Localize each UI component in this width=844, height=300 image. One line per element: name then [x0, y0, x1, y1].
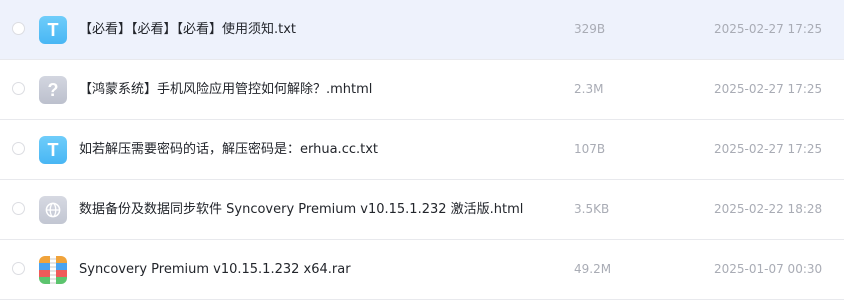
- file-size: 2.3M: [574, 82, 604, 96]
- globe-icon: [45, 202, 61, 218]
- file-row[interactable]: Syncovery Premium v10.15.1.232 x64.rar 4…: [0, 240, 844, 300]
- file-date: 2025-02-22 18:28: [714, 202, 823, 216]
- file-name[interactable]: 如若解压需要密码的话，解压密码是：erhua.cc.txt: [79, 120, 378, 179]
- file-name[interactable]: 【必看】【必看】【必看】使用须知.txt: [79, 0, 296, 59]
- txt-file-icon: [39, 136, 67, 164]
- html-file-icon: [39, 196, 67, 224]
- file-date: 2025-02-27 17:25: [714, 82, 823, 96]
- file-row[interactable]: 如若解压需要密码的话，解压密码是：erhua.cc.txt 107B 2025-…: [0, 120, 844, 180]
- file-size: 49.2M: [574, 262, 612, 276]
- file-row[interactable]: 【必看】【必看】【必看】使用须知.txt 329B 2025-02-27 17:…: [0, 0, 844, 60]
- row-checkbox[interactable]: [12, 82, 25, 95]
- file-date: 2025-01-07 00:30: [714, 262, 823, 276]
- file-name[interactable]: 数据备份及数据同步软件 Syncovery Premium v10.15.1.2…: [79, 180, 523, 239]
- row-checkbox[interactable]: [12, 142, 25, 155]
- file-size: 329B: [574, 22, 606, 36]
- file-size: 107B: [574, 142, 606, 156]
- rar-archive-icon: [39, 256, 67, 284]
- row-checkbox[interactable]: [12, 262, 25, 275]
- file-row[interactable]: 【鸿蒙系统】手机风险应用管控如何解除？.mhtml 2.3M 2025-02-2…: [0, 60, 844, 120]
- file-date: 2025-02-27 17:25: [714, 22, 823, 36]
- file-size: 3.5KB: [574, 202, 610, 216]
- row-checkbox[interactable]: [12, 202, 25, 215]
- txt-file-icon: [39, 16, 67, 44]
- file-date: 2025-02-27 17:25: [714, 142, 823, 156]
- file-name[interactable]: 【鸿蒙系统】手机风险应用管控如何解除？.mhtml: [79, 60, 372, 119]
- row-checkbox[interactable]: [12, 22, 25, 35]
- unknown-file-icon: [39, 76, 67, 104]
- file-name[interactable]: Syncovery Premium v10.15.1.232 x64.rar: [79, 240, 351, 299]
- file-row[interactable]: 数据备份及数据同步软件 Syncovery Premium v10.15.1.2…: [0, 180, 844, 240]
- file-list: 【必看】【必看】【必看】使用须知.txt 329B 2025-02-27 17:…: [0, 0, 844, 300]
